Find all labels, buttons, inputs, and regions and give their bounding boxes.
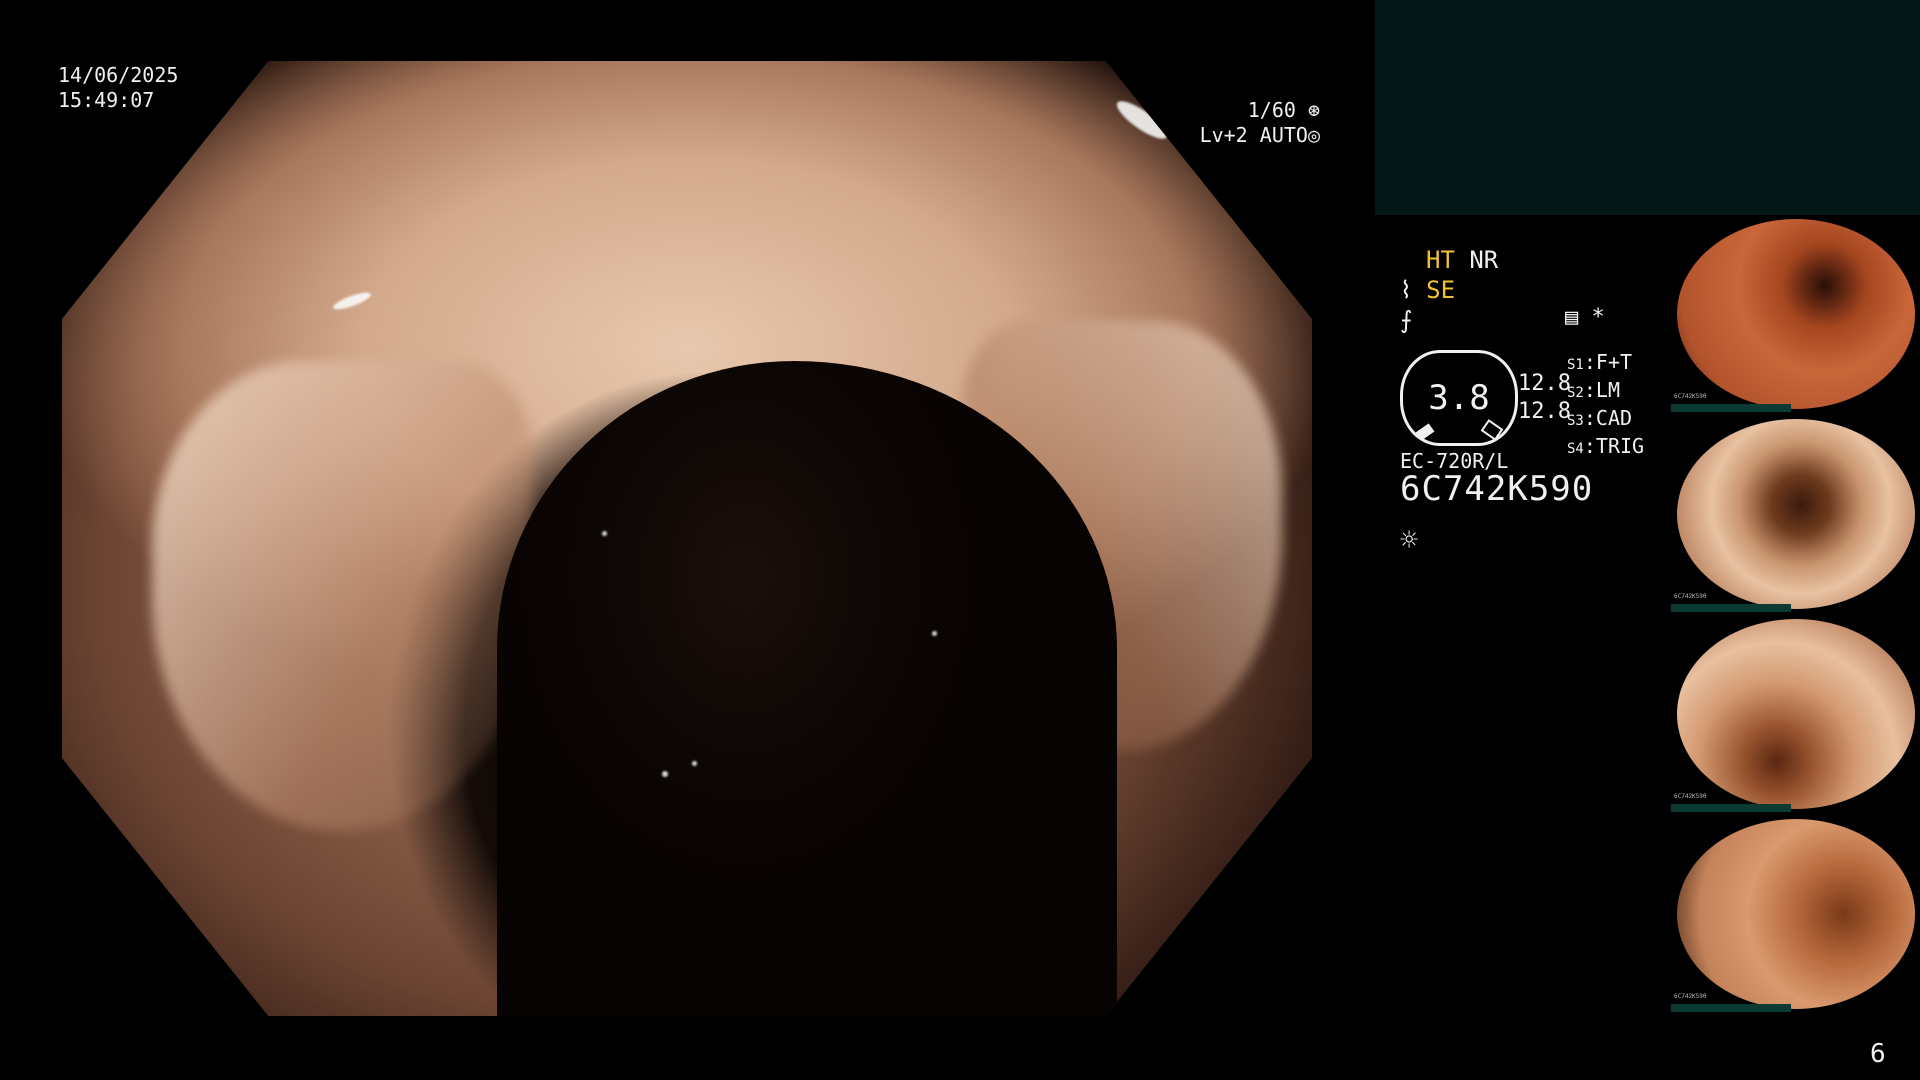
switch-key: S2 [1567, 385, 1584, 401]
mucosal-fold-left [152, 361, 532, 831]
thumbnail-bar [1671, 404, 1791, 412]
switch-row-s1: S1:F+T [1567, 350, 1633, 374]
switch-row-s4: S4:TRIG [1567, 434, 1645, 458]
thumbnail-serial: 6C742K590 [1674, 393, 1707, 400]
se-label: SE [1426, 276, 1456, 304]
thumbnail-1[interactable]: 6C742K590 [1671, 217, 1920, 412]
thumbnail-image [1677, 619, 1915, 809]
thumbnail-2[interactable]: 6C742K590 [1671, 417, 1920, 612]
switch-key: S3 [1567, 413, 1584, 429]
date-time: 14/06/2025 15:49:07 [58, 63, 178, 113]
gauge: 3.8 [1400, 350, 1518, 446]
switch-key: S1 [1567, 357, 1584, 373]
thumbnail-serial: 6C742K590 [1674, 993, 1707, 1000]
specular-reflection [331, 289, 373, 313]
thumbnail-4[interactable]: 6C742K590 [1671, 817, 1920, 1012]
gauge-side-values: 12.8 12.8 [1518, 370, 1571, 426]
page-number: 6 [1870, 1039, 1886, 1069]
thumbnail-image [1677, 819, 1915, 1009]
switch-assignments: S1:F+T S2:LM S3:CAD S4:TRIG [1567, 350, 1644, 462]
structure-enhance-icon: ⌇ [1400, 276, 1412, 304]
switch-value: CAD [1595, 406, 1633, 430]
asterisk-label: * [1591, 305, 1605, 330]
switch-row-s3: S3:CAD [1567, 406, 1633, 430]
enhancement-status: HT NR ⌇ SE ⨍ [1400, 245, 1498, 335]
shutter-icon: ⊛ [1307, 98, 1320, 122]
gauge-right-value: 12.8 [1518, 399, 1571, 424]
switch-value: LM [1595, 378, 1620, 402]
specular-reflection [692, 761, 697, 766]
thumbnail-serial: 6C742K590 [1674, 593, 1707, 600]
thumbnail-bar [1671, 1004, 1791, 1012]
freeze-icon: ⨍ [1400, 306, 1413, 334]
exposure-level: Lv+2 [1199, 123, 1248, 147]
gauge-left-value: 12.8 [1518, 371, 1571, 396]
switch-row-s2: S2:LM [1567, 378, 1620, 402]
specular-reflection [932, 631, 937, 636]
time-label: 15:49:07 [58, 88, 155, 112]
switch-value: F+T [1595, 350, 1633, 374]
scope-serial: 6C742K590 [1400, 469, 1594, 509]
info-panel-top [1375, 0, 1920, 215]
exposure-mode: AUTO [1259, 123, 1308, 147]
specular-reflection [602, 531, 607, 536]
specular-reflection [662, 771, 668, 777]
nr-label: NR [1469, 246, 1499, 274]
exposure-info: 1/60 ⊛ Lv+2 AUTO◎ [1160, 98, 1320, 148]
endoscope-main-view [62, 61, 1312, 1016]
light-icon: ☼ [1400, 523, 1419, 558]
thumbnail-image [1677, 219, 1915, 409]
thumbnail-image [1677, 419, 1915, 609]
iris-icon: ◎ [1307, 123, 1320, 147]
shutter-speed: 1/60 [1247, 98, 1296, 122]
record-icon: ▤ [1565, 305, 1579, 330]
date-label: 14/06/2025 [58, 63, 179, 87]
switch-value: TRIG [1595, 434, 1645, 458]
thumbnail-bar [1671, 804, 1791, 812]
thumbnail-bar [1671, 604, 1791, 612]
record-status: ▤ * [1565, 305, 1605, 330]
thumbnail-serial: 6C742K590 [1674, 793, 1707, 800]
ht-label: HT [1426, 246, 1455, 274]
lumen [497, 361, 1117, 1016]
switch-key: S4 [1567, 441, 1584, 457]
thumbnail-3[interactable]: 6C742K590 [1671, 617, 1920, 812]
